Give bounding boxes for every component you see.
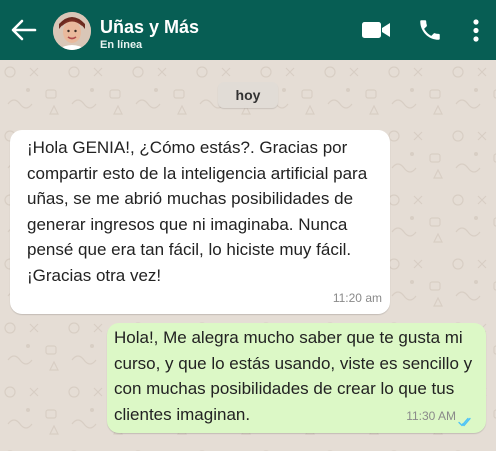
message-text: ¡Hola GENIA!, ¿Cómo estás?. Gracias por … — [27, 138, 368, 285]
incoming-message-bubble[interactable]: ¡Hola GENIA!, ¿Cómo estás?. Gracias por … — [10, 130, 390, 314]
message-timestamp: 11:30 AM — [406, 408, 456, 423]
message-timestamp: 11:20 am — [332, 290, 382, 305]
more-vertical-icon[interactable] — [471, 18, 481, 44]
avatar-image — [53, 12, 91, 50]
phone-icon[interactable] — [417, 17, 443, 43]
contact-status: En línea — [100, 39, 143, 51]
double-check-icon — [458, 417, 471, 427]
date-separator: hoy — [218, 82, 278, 108]
video-call-icon[interactable] — [361, 20, 391, 40]
contact-name[interactable]: Uñas y Más — [100, 17, 199, 38]
avatar[interactable] — [53, 12, 91, 50]
outgoing-message-bubble[interactable]: Hola!, Me alegra mucho saber que te gust… — [107, 323, 486, 433]
chat-header: Uñas y Más En línea — [0, 0, 496, 60]
back-arrow-icon[interactable] — [8, 15, 38, 45]
